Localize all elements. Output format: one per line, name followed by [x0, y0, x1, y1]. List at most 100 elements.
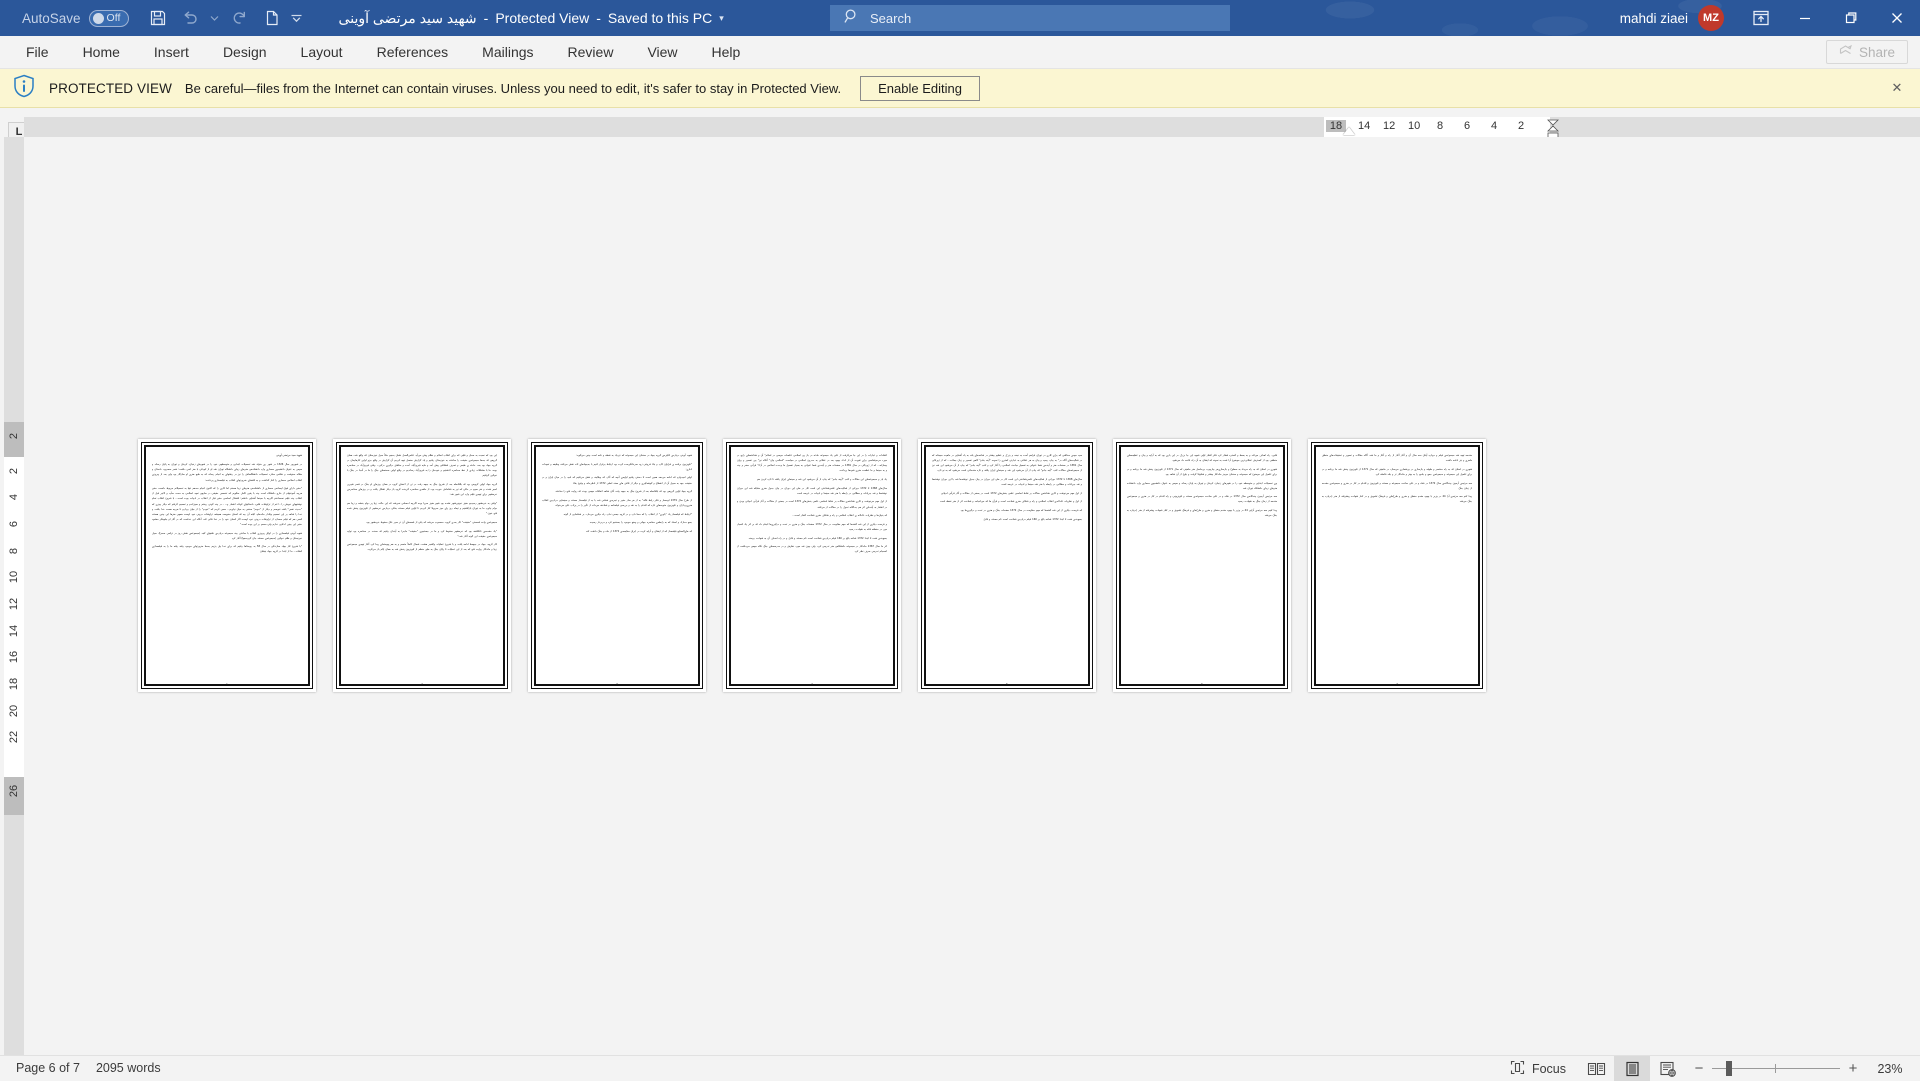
minimize-button[interactable]: [1782, 0, 1828, 36]
tab-insert[interactable]: Insert: [137, 36, 206, 69]
tab-help[interactable]: Help: [695, 36, 758, 69]
title-separator-2: -: [596, 10, 601, 26]
zoom-control[interactable]: − + 23%: [1686, 1056, 1920, 1081]
page-paragraph: وى تحصيلات ابتدايى و متوسطه خود را در شه…: [1127, 481, 1277, 491]
page-number: 5: [918, 683, 1096, 686]
autosave-control[interactable]: AutoSave Off: [22, 10, 129, 27]
tab-design[interactable]: Design: [206, 36, 284, 69]
page-paragraph: از اول مهم مى‌نوشت و كارى شناخته‌ى مقالا…: [932, 491, 1082, 496]
page-paragraph: شهرى در استان كه به راه مى‌داد به سطوح و…: [1127, 467, 1277, 477]
zoom-slider[interactable]: [1712, 1056, 1840, 1081]
info-shield-icon: [13, 74, 35, 103]
document-page[interactable]: مقدمه تهيه شد مجموعه‌ى فيلم و دوباره آيت…: [1308, 439, 1486, 692]
share-icon: [1839, 44, 1853, 61]
save-icon[interactable]: [143, 4, 173, 32]
zoom-in-button[interactable]: +: [1840, 1056, 1866, 1081]
hruler-num-7: 2: [1518, 120, 1524, 132]
document-page[interactable]: اين بود كه نسبت به صدق و قلبى كه براى ان…: [333, 439, 511, 692]
page-heading: شهيد سيد مرتضى آوينى: [152, 453, 302, 458]
page-paragraph: از اول مهم مى‌نوشت و كارى شناخته‌ى مقالا…: [737, 499, 887, 509]
vruler-num-11: 22: [8, 727, 20, 747]
document-canvas[interactable]: شهيد سيد مرتضى آوينى در شهريور سال 1326 …: [24, 137, 1920, 1055]
search-icon: [844, 8, 860, 29]
vruler-num-0: 2: [8, 426, 20, 446]
page-number: 4: [723, 683, 901, 686]
focus-icon: [1510, 1060, 1525, 1078]
document-page[interactable]: شهيد سيد مرتضى آوينى در شهريور سال 1326 …: [138, 439, 316, 692]
zoom-level-label[interactable]: 23%: [1866, 1062, 1914, 1076]
saved-state-label[interactable]: Saved to this PC: [608, 10, 712, 26]
enable-editing-button[interactable]: Enable Editing: [860, 76, 980, 101]
page-indicator[interactable]: Page 6 of 7: [16, 1061, 80, 1075]
document-page[interactable]: انتقادات و عبارات را در اين جا مى‌گرفت ا…: [723, 439, 901, 692]
chevron-down-icon[interactable]: [207, 4, 223, 32]
page-paragraph: شهيد آوينى فيلمسازى را در اوايل پيروزى ا…: [152, 531, 302, 541]
search-box[interactable]: Search: [830, 5, 1230, 31]
tab-references[interactable]: References: [360, 36, 466, 69]
vruler-num-8: 16: [8, 647, 20, 667]
title-chevron-down-icon[interactable]: ▾: [719, 13, 724, 24]
vruler-num-7: 14: [8, 621, 20, 641]
document-title-area: شهيد سيد مرتضى آوينى - Protected View - …: [339, 10, 724, 27]
avatar[interactable]: MZ: [1698, 5, 1724, 31]
autosave-toggle[interactable]: Off: [89, 10, 129, 27]
status-bar: Page 6 of 7 2095 words Focus − + 23%: [0, 1055, 1920, 1080]
touch-mode-icon[interactable]: [257, 4, 287, 32]
page-paragraph: شهيد آوينى درباره‌ى انگيزه‌ى گروه جهاد د…: [542, 453, 692, 458]
page-body: انتقادات و عبارات را در اين جا مى‌گرفت ا…: [737, 453, 887, 674]
hruler-num-3: 10: [1408, 120, 1420, 132]
read-mode-button[interactable]: [1578, 1056, 1614, 1081]
left-indent-marker[interactable]: [1343, 127, 1355, 135]
protected-view-label: Protected View: [495, 10, 589, 26]
ribbon-tab-bar: File Home Insert Design Layout Reference…: [0, 36, 1920, 69]
restore-button[interactable]: [1828, 0, 1874, 36]
word-count[interactable]: 2095 words: [96, 1061, 161, 1075]
quick-access-toolbar: [143, 4, 305, 32]
page-body: مقدمه تهيه شد مجموعه‌ى فيلم و دوباره آيت…: [1322, 453, 1472, 674]
document-page[interactable]: سيد مهدى مخالفى كه براى كارى در تهران فر…: [918, 439, 1096, 692]
protected-view-message: Be careful—files from the Internet can c…: [185, 81, 841, 96]
pages-row: شهيد سيد مرتضى آوينى در شهريور سال 1326 …: [138, 439, 1486, 692]
focus-label: Focus: [1532, 1062, 1566, 1076]
page-paragraph: كه فرصت ديگرى از اين شد گفته‌ها كه مهم م…: [932, 508, 1082, 513]
document-page[interactable]: شهيد آوينى درباره‌ى انگيزه‌ى گروه جهاد د…: [528, 439, 706, 692]
tab-layout[interactable]: Layout: [284, 36, 360, 69]
user-name-label[interactable]: mahdi ziaei: [1620, 11, 1688, 26]
vruler-num-2: 4: [8, 487, 20, 507]
autosave-toggle-knob: [93, 13, 104, 24]
zoom-out-button[interactable]: −: [1686, 1056, 1712, 1081]
redo-icon[interactable]: [225, 4, 255, 32]
page-paragraph: كه بنيان‌ها و نظريات عادلانه ى انقلاب اس…: [737, 513, 887, 518]
tab-home[interactable]: Home: [66, 36, 137, 69]
tab-mailings[interactable]: Mailings: [465, 36, 550, 69]
vruler-num-10: 20: [8, 701, 20, 721]
tab-view[interactable]: View: [630, 36, 694, 69]
print-layout-button[interactable]: [1614, 1056, 1650, 1081]
document-page[interactable]: قلبى، راه اهداف مى‌كند و به بسط و گستره …: [1113, 439, 1291, 692]
horizontal-ruler[interactable]: 18 14 12 10 8 6 4 2: [24, 117, 1920, 137]
page-paragraph: جمع‌بندى شده تا ابتدا 1372 شاخه بالغ بر …: [737, 536, 887, 541]
zoom-slider-thumb[interactable]: [1726, 1061, 1732, 1076]
ribbon-display-options-icon[interactable]: [1740, 0, 1782, 36]
page-number: 2: [333, 683, 511, 686]
focus-mode-button[interactable]: Focus: [1498, 1056, 1578, 1081]
customize-qat-icon[interactable]: [289, 4, 305, 32]
web-layout-button[interactable]: [1650, 1056, 1686, 1081]
tab-file[interactable]: File: [9, 36, 66, 69]
tab-review[interactable]: Review: [551, 36, 631, 69]
page-paragraph: انتقادات و عبارات را در اين جا مى‌گرفت ا…: [737, 453, 887, 473]
close-button[interactable]: [1874, 0, 1920, 36]
page-paragraph: گروه جهاد اولين گروهى بود كه بلافاصله بع…: [347, 482, 497, 497]
page-paragraph: از اول و نظريات عادلانه‌ى انقلاب اسلامى …: [932, 499, 1082, 504]
status-bar-right: Focus − + 23%: [1498, 1056, 1920, 1081]
vruler-num-5: 10: [8, 567, 20, 587]
close-banner-icon[interactable]: ✕: [1888, 79, 1906, 97]
page-number: 1: [138, 683, 316, 686]
page-paragraph: "يك مقدمه‌ى نانگاشته بود كه خرمشهر سقوط …: [347, 529, 497, 539]
page-paragraph: جمع‌بندى شده تا ابتدا 1372 شاخه بالغ بر …: [932, 517, 1082, 522]
vertical-ruler[interactable]: 2 2 4 6 8 10 12 14 16 18 20 22 26: [4, 137, 24, 1055]
share-button[interactable]: Share: [1826, 40, 1908, 64]
page-paragraph: يك بار و مجموعه‌هاى اين مقالات و كتب "آي…: [737, 477, 887, 482]
page-body: شهيد سيد مرتضى آوينى در شهريور سال 1326 …: [152, 453, 302, 674]
undo-icon[interactable]: [175, 4, 205, 32]
